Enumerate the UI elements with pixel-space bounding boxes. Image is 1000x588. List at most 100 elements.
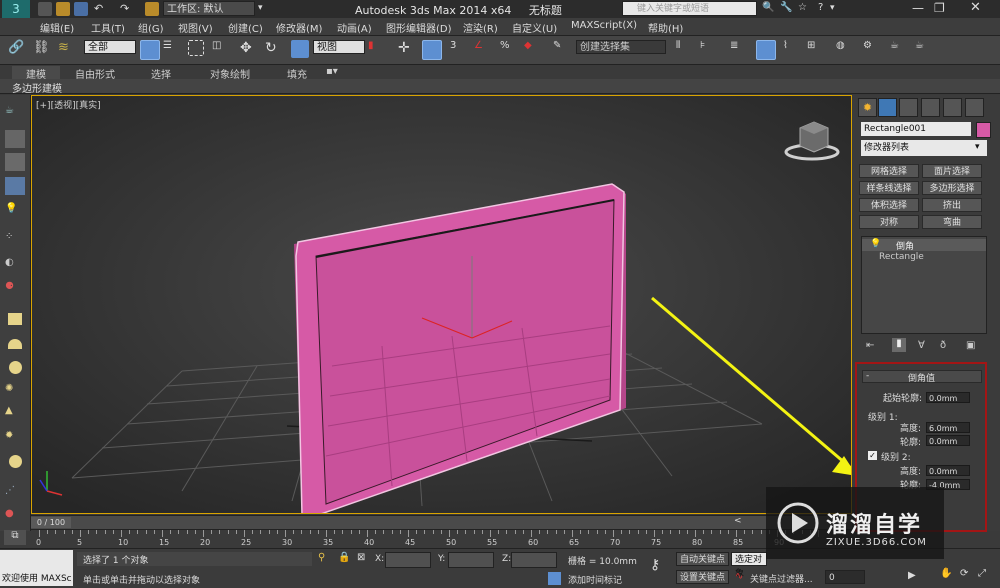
level1-outline-spinner[interactable]: 0.0mm <box>926 435 970 446</box>
torus-icon[interactable] <box>9 455 22 468</box>
close-icon[interactable]: ✕ <box>970 0 981 15</box>
named-selection-select[interactable]: 创建选择集 <box>576 40 666 54</box>
menu-create[interactable]: 创建(C) <box>228 20 263 35</box>
geosphere-icon[interactable]: ✺ <box>5 383 25 401</box>
menu-maxscript[interactable]: MAXScript(X) <box>571 20 637 31</box>
menu-views[interactable]: 视图(V) <box>178 20 213 35</box>
edit-named-sets-icon[interactable]: ✎ <box>553 40 571 58</box>
menu-modifiers[interactable]: 修改器(M) <box>276 20 322 35</box>
reference-coord-select[interactable]: 视图 <box>313 40 365 54</box>
time-slider[interactable]: 0 / 100 < <box>31 515 852 529</box>
mesh-select-button[interactable]: 网格选择 <box>859 164 919 178</box>
isolate-icon[interactable]: ⚲ <box>318 552 325 563</box>
display-tab-icon[interactable] <box>943 98 962 117</box>
set-key-button[interactable]: 设置关键点 <box>676 570 730 584</box>
rendered-frame-icon[interactable]: ☕ <box>890 40 908 58</box>
keyboard-shortcut-icon[interactable] <box>422 40 442 60</box>
save-file-icon[interactable] <box>74 2 88 16</box>
create-tab-icon[interactable]: ✹ <box>858 98 877 117</box>
render-setup-icon[interactable]: ⚙ <box>863 40 881 58</box>
x-coord-field[interactable] <box>385 552 431 568</box>
bend-button[interactable]: 弯曲 <box>922 215 982 229</box>
snap-3d-icon[interactable]: 3 <box>450 40 468 58</box>
level1-height-spinner[interactable]: 6.0mm <box>926 422 970 433</box>
orbit-icon[interactable]: ⟳ <box>960 568 968 579</box>
selected-object-select[interactable]: 选定对象 <box>731 552 767 579</box>
level2-checkbox[interactable]: ✓ <box>868 451 877 460</box>
extrude-button[interactable]: 挤出 <box>922 198 982 212</box>
align-icon[interactable]: ⊧ <box>700 40 718 58</box>
menu-help[interactable]: 帮助(H) <box>648 20 683 35</box>
unlink-icon[interactable]: ⛓ <box>33 40 51 58</box>
selection-filter-select[interactable]: 全部 <box>84 40 136 54</box>
modifier-list-select[interactable]: 修改器列表 <box>861 140 987 156</box>
teapot-icon[interactable]: ☕ <box>5 105 25 123</box>
time-tag-icon[interactable] <box>548 572 561 585</box>
object-color-swatch[interactable] <box>976 122 991 138</box>
project-folder-icon[interactable] <box>145 2 159 16</box>
add-time-tag-button[interactable]: 添加时间标记 <box>568 573 622 586</box>
motion-tab-icon[interactable] <box>921 98 940 117</box>
angle-snap-icon[interactable]: ∠ <box>474 40 492 58</box>
hemisphere-icon[interactable] <box>8 339 22 349</box>
play-icon[interactable]: ▶ <box>908 570 916 581</box>
open-file-icon[interactable] <box>56 2 70 16</box>
light-bulb-icon[interactable]: 💡 <box>5 203 25 221</box>
cone-icon[interactable]: ▲ <box>5 405 25 423</box>
star-icon[interactable]: ☆ <box>798 2 807 13</box>
patch-select-button[interactable]: 面片选择 <box>922 164 982 178</box>
grid-icon[interactable] <box>5 177 25 195</box>
schematic-view-icon[interactable]: ⊞ <box>807 40 825 58</box>
stack-item-bevel[interactable]: 倒角 <box>896 239 914 252</box>
minimize-icon[interactable]: — <box>912 1 924 15</box>
mesh-icon[interactable]: ⋰ <box>5 485 25 503</box>
configure-sets-icon[interactable]: ▣ <box>966 340 975 351</box>
modify-tab-icon[interactable] <box>878 98 897 117</box>
hierarchy-tab-icon[interactable] <box>899 98 918 117</box>
mini-curve-editor-icon[interactable]: ⧉ <box>4 530 26 545</box>
bind-space-warp-icon[interactable]: ≋ <box>58 40 76 58</box>
scale-icon[interactable] <box>291 40 309 58</box>
menu-tools[interactable]: 工具(T) <box>91 20 125 35</box>
percent-snap-icon[interactable]: % <box>500 40 518 58</box>
star-shape-icon[interactable]: ✹ <box>5 430 25 448</box>
search-icon[interactable]: 🔍 <box>762 2 774 13</box>
select-manipulate-icon[interactable]: ✛ <box>398 40 416 58</box>
dots-icon[interactable]: ⁘ <box>5 231 25 249</box>
level2-height-spinner[interactable]: 0.0mm <box>926 465 970 476</box>
modifier-list-dropdown-icon[interactable]: ▾ <box>975 142 980 152</box>
time-slider-thumb[interactable]: 0 / 100 <box>31 517 71 528</box>
workspace-dropdown-icon[interactable]: ▾ <box>258 3 263 13</box>
app-logo-icon[interactable]: 3 <box>2 0 30 18</box>
particle-icon[interactable]: ⚈ <box>5 281 25 299</box>
box-icon[interactable] <box>8 313 22 325</box>
undo-icon[interactable]: ↶ <box>94 2 108 16</box>
ribbon-options-icon[interactable]: ▪▾ <box>326 66 338 77</box>
paint-icon[interactable]: ● <box>5 508 25 526</box>
help-dropdown-icon[interactable]: ▾ <box>830 3 835 13</box>
maximize-viewport-icon[interactable]: ⤢ <box>978 568 986 579</box>
link-icon[interactable]: 🔗 <box>8 40 26 58</box>
render-production-icon[interactable]: ☕ <box>915 40 933 58</box>
start-outline-spinner[interactable]: 0.0mm <box>926 392 970 403</box>
key-icon[interactable]: ⚷ <box>650 557 660 573</box>
poly-select-button[interactable]: 多边形选择 <box>922 181 982 195</box>
menu-animation[interactable]: 动画(A) <box>337 20 372 35</box>
tools-icon[interactable]: 🔧 <box>780 2 792 13</box>
object-name-field[interactable]: Rectangle001 <box>861 122 971 136</box>
mirror-icon[interactable]: ⫴ <box>676 40 694 58</box>
select-by-name-icon[interactable]: ☰ <box>163 40 181 58</box>
search-input[interactable]: 键入关键字或短语 <box>622 1 757 16</box>
lock-icon[interactable]: 🔒 <box>338 552 350 563</box>
key-filters-button[interactable]: 关键点过滤器... <box>750 572 813 585</box>
menu-customize[interactable]: 自定义(U) <box>512 20 557 35</box>
material-editor-icon[interactable]: ◍ <box>836 40 854 58</box>
track-bar[interactable]: 051015202530354045505560657075808590 <box>31 529 852 547</box>
perspective-viewport[interactable] <box>31 95 852 514</box>
help-icon[interactable]: ? <box>818 2 823 13</box>
menu-graph-editors[interactable]: 图形编辑器(D) <box>386 20 452 35</box>
modifier-stack[interactable]: 💡 倒角 Rectangle <box>861 236 987 334</box>
spline-select-button[interactable]: 样条线选择 <box>859 181 919 195</box>
workspace-select[interactable]: 工作区: 默认 <box>163 1 255 16</box>
layer-manager-icon[interactable]: ≣ <box>730 40 748 58</box>
